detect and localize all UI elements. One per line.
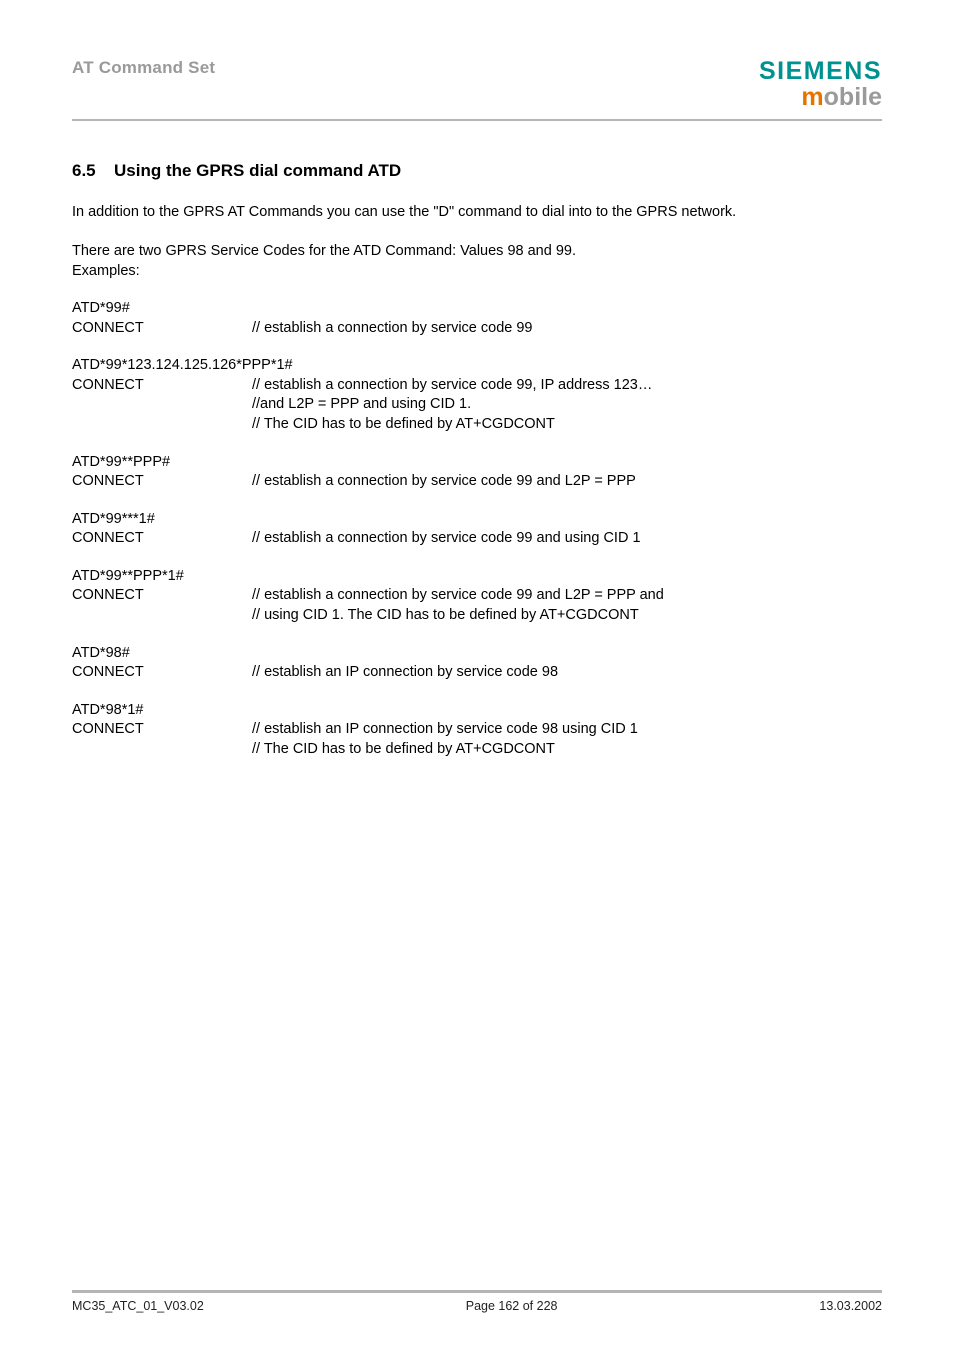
page-header: AT Command Set SIEMENS mobile <box>72 58 882 111</box>
example-comment: // establish a connection by service cod… <box>252 472 882 492</box>
example-response <box>72 395 252 415</box>
example-command: ATD*99***1# <box>72 510 252 530</box>
example-command: ATD*98*1# <box>72 701 252 721</box>
example-response: CONNECT <box>72 376 252 396</box>
example-comment: // The CID has to be defined by AT+CGDCO… <box>252 740 882 760</box>
footer-divider <box>72 1290 882 1293</box>
example-response <box>72 606 252 626</box>
example-command: ATD*99**PPP# <box>72 453 252 473</box>
example-comment: // establish a connection by service cod… <box>252 586 882 606</box>
section-heading: 6.5Using the GPRS dial command ATD <box>72 161 882 181</box>
example-command: ATD*98# <box>72 644 252 664</box>
example-response <box>72 415 252 435</box>
example-response: CONNECT <box>72 319 252 339</box>
example-comment: // establish a connection by service cod… <box>252 319 882 339</box>
example-group: ATD*98*1# CONNECT // establish an IP con… <box>72 701 882 760</box>
example-response: CONNECT <box>72 586 252 606</box>
example-command: ATD*99*123.124.125.126*PPP*1# <box>72 356 293 376</box>
brand-logo: SIEMENS mobile <box>759 58 882 111</box>
example-group: ATD*99**PPP# CONNECT // establish a conn… <box>72 453 882 492</box>
page-footer: MC35_ATC_01_V03.02 Page 162 of 228 13.03… <box>72 1290 882 1313</box>
note-block: There are two GPRS Service Codes for the… <box>72 242 882 281</box>
example-group: ATD*99*123.124.125.126*PPP*1# CONNECT //… <box>72 356 882 434</box>
logo-siemens: SIEMENS <box>759 58 882 84</box>
header-divider <box>72 119 882 121</box>
example-comment: // establish a connection by service cod… <box>252 376 882 396</box>
example-command: ATD*99**PPP*1# <box>72 567 252 587</box>
example-response <box>72 740 252 760</box>
footer-center: Page 162 of 228 <box>466 1299 558 1313</box>
example-group: ATD*99***1# CONNECT // establish a conne… <box>72 510 882 549</box>
example-comment: // establish an IP connection by service… <box>252 663 882 683</box>
examples-label: Examples: <box>72 262 140 282</box>
example-response: CONNECT <box>72 720 252 740</box>
logo-mobile: mobile <box>759 84 882 110</box>
logo-obile: obile <box>824 83 882 111</box>
example-comment: // establish a connection by service cod… <box>252 529 882 549</box>
note-line: There are two GPRS Service Codes for the… <box>72 242 576 262</box>
header-title: AT Command Set <box>72 58 215 78</box>
intro-paragraph: In addition to the GPRS AT Commands you … <box>72 203 882 223</box>
example-comment: // establish an IP connection by service… <box>252 720 882 740</box>
example-group: ATD*99**PPP*1# CONNECT // establish a co… <box>72 567 882 626</box>
example-group: ATD*99# CONNECT // establish a connectio… <box>72 299 882 338</box>
example-comment: // The CID has to be defined by AT+CGDCO… <box>252 415 882 435</box>
section-number: 6.5 <box>72 161 114 181</box>
footer-left: MC35_ATC_01_V03.02 <box>72 1299 204 1313</box>
section-title-text: Using the GPRS dial command ATD <box>114 161 401 180</box>
example-response: CONNECT <box>72 663 252 683</box>
example-comment: // using CID 1. The CID has to be define… <box>252 606 882 626</box>
example-response: CONNECT <box>72 529 252 549</box>
logo-m-letter: m <box>801 83 823 111</box>
footer-right: 13.03.2002 <box>819 1299 882 1313</box>
example-comment: //and L2P = PPP and using CID 1. <box>252 395 882 415</box>
example-group: ATD*98# CONNECT // establish an IP conne… <box>72 644 882 683</box>
example-command: ATD*99# <box>72 299 252 319</box>
example-response: CONNECT <box>72 472 252 492</box>
